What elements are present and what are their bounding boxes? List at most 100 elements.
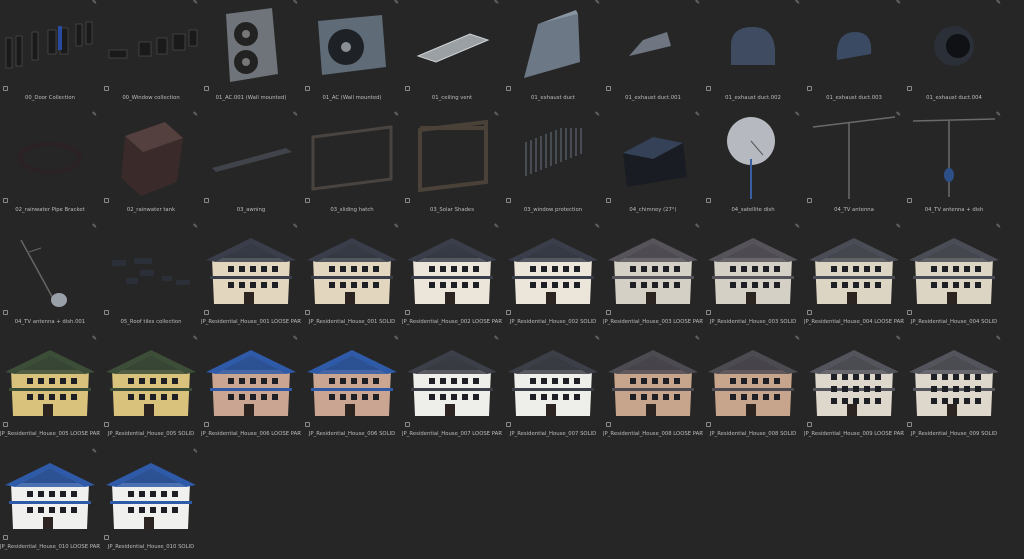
asset-tile-jp-residential-house-003-solid[interactable]: ✎ JP_Residential_House_003 SOLID <box>703 223 803 334</box>
edit-icon[interactable]: ✎ <box>895 111 902 118</box>
edit-icon[interactable]: ✎ <box>995 335 1002 342</box>
asset-tile-00-door-collection[interactable]: ✎ 00_Door Collection <box>0 0 100 110</box>
asset-tile-00-window-collection[interactable]: ✎ 00_Window collection <box>101 0 201 110</box>
pin-icon <box>405 310 410 315</box>
edit-icon[interactable]: ✎ <box>794 223 801 230</box>
edit-icon[interactable]: ✎ <box>493 111 500 118</box>
asset-tile-jp-residential-house-006-solid[interactable]: ✎ JP_Residential_House_006 SOLID <box>302 335 402 446</box>
asset-thumbnail <box>402 112 502 204</box>
asset-tile-02-rainwater-tank[interactable]: ✎ 02_rainwater tank <box>101 111 201 222</box>
asset-tile-01-exhaust-duct[interactable]: ✎ 01_exhaust duct <box>503 0 603 110</box>
asset-tile-01-exhaust-duct-001[interactable]: ✎ 01_exhaust duct.001 <box>603 0 703 110</box>
edit-icon[interactable]: ✎ <box>91 448 98 455</box>
edit-icon[interactable]: ✎ <box>794 0 801 6</box>
edit-icon[interactable]: ✎ <box>192 0 199 6</box>
asset-tile-01-ceiling-vent[interactable]: ✎ 01_ceiling vent <box>402 0 502 110</box>
asset-tile-01-ac-wall-mounted[interactable]: ✎ 01_AC (Wall mounted) <box>302 0 402 110</box>
asset-tile-jp-residential-house-010-solid[interactable]: ✎ JP_Residential_House_010 SOLID <box>101 448 201 559</box>
asset-label: 05_Roof tiles collection <box>120 319 182 325</box>
asset-tile-03-solar-shades[interactable]: ✎ 03_Solar Shades <box>402 111 502 222</box>
asset-tile-jp-residential-house-006-loose-parts[interactable]: ✎ JP_Residential_House_006 LOOSE PARTS <box>201 335 301 446</box>
edit-icon[interactable]: ✎ <box>493 0 500 6</box>
asset-thumbnail <box>101 112 201 204</box>
asset-tile-04-tv-antenna-dish[interactable]: ✎ 04_TV antenna + dish <box>904 111 1004 222</box>
edit-icon[interactable]: ✎ <box>794 335 801 342</box>
asset-thumbnail <box>904 224 1004 316</box>
edit-icon[interactable]: ✎ <box>91 111 98 118</box>
asset-thumbnail <box>904 0 1004 92</box>
asset-tile-jp-residential-house-001-solid[interactable]: ✎ JP_Residential_House_001 SOLID <box>302 223 402 334</box>
asset-tile-jp-residential-house-007-solid[interactable]: ✎ JP_Residential_House_007 SOLID <box>503 335 603 446</box>
asset-tile-jp-residential-house-005-solid[interactable]: ✎ JP_Residential_House_005 SOLID <box>101 335 201 446</box>
edit-icon[interactable]: ✎ <box>292 223 299 230</box>
edit-icon[interactable]: ✎ <box>192 111 199 118</box>
edit-icon[interactable]: ✎ <box>192 335 199 342</box>
asset-tile-jp-residential-house-002-solid[interactable]: ✎ JP_Residential_House_002 SOLID <box>503 223 603 334</box>
edit-icon[interactable]: ✎ <box>91 0 98 6</box>
edit-icon[interactable]: ✎ <box>995 111 1002 118</box>
edit-icon[interactable]: ✎ <box>192 448 199 455</box>
asset-thumbnail <box>703 224 803 316</box>
asset-tile-jp-residential-house-005-loose-parts[interactable]: ✎ JP_Residential_House_005 LOOSE PARTS <box>0 335 100 446</box>
edit-icon[interactable]: ✎ <box>594 223 601 230</box>
edit-icon[interactable]: ✎ <box>895 223 902 230</box>
asset-tile-05-roof-tiles-collection[interactable]: ✎ 05_Roof tiles collection <box>101 223 201 334</box>
edit-icon[interactable]: ✎ <box>594 111 601 118</box>
edit-icon[interactable]: ✎ <box>794 111 801 118</box>
edit-icon[interactable]: ✎ <box>393 335 400 342</box>
asset-tile-03-sliding-hatch[interactable]: ✎ 03_sliding hatch <box>302 111 402 222</box>
asset-tile-04-tv-antenna-dish-001[interactable]: ✎ 04_TV antenna + dish.001 <box>0 223 100 334</box>
edit-icon[interactable]: ✎ <box>192 223 199 230</box>
edit-icon[interactable]: ✎ <box>91 223 98 230</box>
asset-label: 01_AC (Wall mounted) <box>322 95 382 101</box>
asset-tile-jp-residential-house-009-solid[interactable]: ✎ JP_Residential_House_009 SOLID <box>904 335 1004 446</box>
asset-tile-02-rainwater-pipe-bracket[interactable]: ✎ 02_rainwater Pipe Bracket <box>0 111 100 222</box>
asset-icon <box>204 422 209 427</box>
edit-icon[interactable]: ✎ <box>694 0 701 6</box>
edit-icon[interactable]: ✎ <box>393 0 400 6</box>
edit-icon[interactable]: ✎ <box>91 335 98 342</box>
asset-tile-03-awning[interactable]: ✎ 03_awning <box>201 111 301 222</box>
asset-tile-01-exhaust-duct-004[interactable]: ✎ 01_exhaust duct.004 <box>904 0 1004 110</box>
asset-tile-jp-residential-house-009-loose-parts[interactable]: ✎ JP_Residential_House_009 LOOSE PARTS <box>804 335 904 446</box>
asset-tile-03-window-protection[interactable]: ✎ 03_window protection <box>503 111 603 222</box>
edit-icon[interactable]: ✎ <box>493 223 500 230</box>
edit-icon[interactable]: ✎ <box>694 223 701 230</box>
asset-tile-jp-residential-house-001-loose-parts[interactable]: ✎ JP_Residential_House_001 LOOSE PARTS <box>201 223 301 334</box>
asset-thumbnail <box>201 224 301 316</box>
asset-tile-01-ac-001-wall-mounted[interactable]: ✎ 01_AC.001 (Wall mounted) <box>201 0 301 110</box>
edit-icon[interactable]: ✎ <box>694 111 701 118</box>
asset-tile-jp-residential-house-008-solid[interactable]: ✎ JP_Residential_House_008 SOLID <box>703 335 803 446</box>
edit-icon[interactable]: ✎ <box>895 335 902 342</box>
asset-tile-jp-residential-house-004-loose-parts[interactable]: ✎ JP_Residential_House_004 LOOSE PARTS <box>804 223 904 334</box>
asset-tile-jp-residential-house-007-loose-parts[interactable]: ✎ JP_Residential_House_007 LOOSE PARTS <box>402 335 502 446</box>
pin-icon <box>807 198 812 203</box>
edit-icon[interactable]: ✎ <box>694 335 701 342</box>
edit-icon[interactable]: ✎ <box>594 335 601 342</box>
edit-icon[interactable]: ✎ <box>594 0 601 6</box>
edit-icon[interactable]: ✎ <box>393 223 400 230</box>
asset-tile-04-chimney-27[interactable]: ✎ 04_chimney (27°) <box>603 111 703 222</box>
asset-thumbnail <box>503 336 603 428</box>
asset-tile-jp-residential-house-003-loose-parts[interactable]: ✎ JP_Residential_House_003 LOOSE PARTS <box>603 223 703 334</box>
edit-icon[interactable]: ✎ <box>292 0 299 6</box>
edit-icon[interactable]: ✎ <box>995 0 1002 6</box>
edit-icon[interactable]: ✎ <box>393 111 400 118</box>
edit-icon[interactable]: ✎ <box>995 223 1002 230</box>
pin-icon <box>606 198 611 203</box>
asset-icon <box>305 422 310 427</box>
asset-tile-01-exhaust-duct-003[interactable]: ✎ 01_exhaust duct.003 <box>804 0 904 110</box>
edit-icon[interactable]: ✎ <box>895 0 902 6</box>
asset-thumbnail <box>804 112 904 204</box>
asset-tile-jp-residential-house-004-solid[interactable]: ✎ JP_Residential_House_004 SOLID <box>904 223 1004 334</box>
asset-thumbnail <box>804 336 904 428</box>
edit-icon[interactable]: ✎ <box>493 335 500 342</box>
asset-tile-04-satellite-dish[interactable]: ✎ 04_satellite dish <box>703 111 803 222</box>
asset-tile-jp-residential-house-008-loose-parts[interactable]: ✎ JP_Residential_House_008 LOOSE PARTS <box>603 335 703 446</box>
edit-icon[interactable]: ✎ <box>292 111 299 118</box>
asset-tile-04-tv-antenna[interactable]: ✎ 04_TV antenna <box>804 111 904 222</box>
asset-tile-01-exhaust-duct-002[interactable]: ✎ 01_exhaust duct.002 <box>703 0 803 110</box>
asset-tile-jp-residential-house-010-loose-parts[interactable]: ✎ JP_Residential_House_010 LOOSE PARTS <box>0 448 100 559</box>
edit-icon[interactable]: ✎ <box>292 335 299 342</box>
asset-tile-jp-residential-house-002-loose-parts[interactable]: ✎ JP_Residential_House_002 LOOSE PARTS <box>402 223 502 334</box>
